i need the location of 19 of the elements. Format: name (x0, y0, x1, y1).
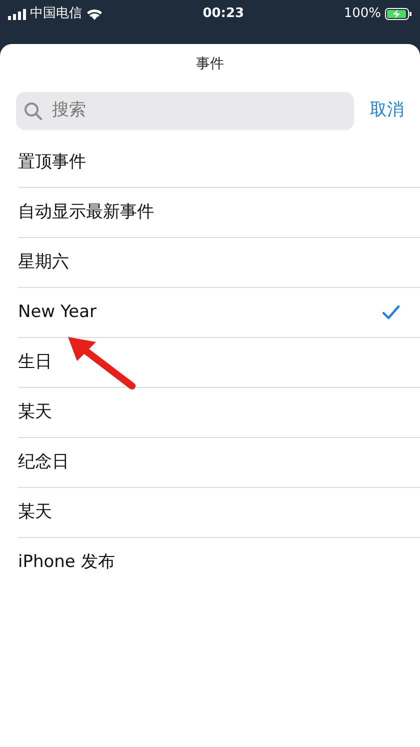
sheet-title: 事件 (195, 55, 225, 74)
wifi-icon (86, 8, 103, 20)
search-input[interactable]: 搜索 (50, 97, 346, 125)
status-time: 00:23 (202, 5, 244, 24)
list-item[interactable]: 某天 (18, 388, 420, 438)
search-icon (24, 102, 42, 120)
list-item[interactable]: 自动显示最新事件 (18, 188, 420, 238)
list-item[interactable]: iPhone 发布 (18, 538, 420, 588)
list-item[interactable]: 某天 (18, 488, 420, 538)
list-item[interactable]: New Year (18, 288, 420, 338)
list-item[interactable]: 星期六 (18, 238, 420, 288)
list-item[interactable]: 纪念日 (18, 438, 420, 488)
cancel-button[interactable]: 取消 (370, 98, 404, 124)
signal-icon (8, 8, 26, 20)
search-field[interactable]: 搜索 (16, 92, 354, 130)
battery-percent: 100% (344, 5, 381, 24)
carrier-name: 中国电信 (30, 5, 82, 24)
annotation-arrow (68, 337, 136, 390)
list-item[interactable]: 置顶事件 (18, 138, 420, 188)
